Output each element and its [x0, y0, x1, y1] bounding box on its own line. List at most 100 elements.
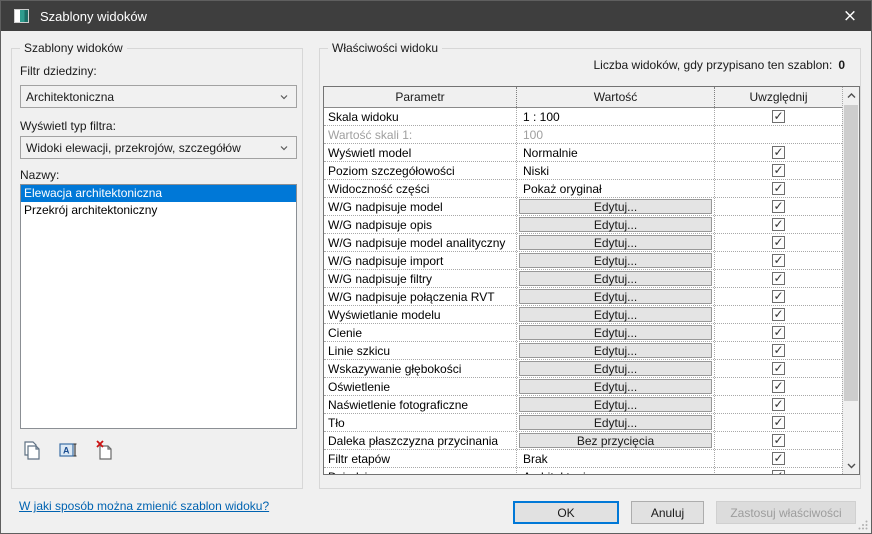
parameter-value[interactable]: Edytuj...: [516, 270, 715, 287]
include-checkbox[interactable]: ✓: [772, 254, 785, 267]
parameter-value[interactable]: Bez przycięcia: [516, 432, 715, 449]
include-checkbox[interactable]: ✓: [772, 236, 785, 249]
parameter-value[interactable]: Edytuj...: [516, 360, 715, 377]
include-cell: ✓: [715, 396, 842, 413]
value-button[interactable]: Edytuj...: [519, 415, 712, 430]
table-row: Daleka płaszczyzna przycinaniaBez przyci…: [324, 432, 842, 450]
parameter-value[interactable]: Edytuj...: [516, 252, 715, 269]
value-button[interactable]: Edytuj...: [519, 307, 712, 322]
column-header-value: Wartość: [516, 87, 715, 107]
duplicate-icon[interactable]: [22, 440, 44, 462]
include-checkbox[interactable]: ✓: [772, 110, 785, 123]
value-button[interactable]: Edytuj...: [519, 235, 712, 250]
table-row: TłoEdytuj... ✓: [324, 414, 842, 432]
parameter-value[interactable]: 1 : 100: [516, 108, 715, 125]
parameter-name: W/G nadpisuje filtry: [324, 270, 516, 287]
table-row: Linie szkicuEdytuj... ✓: [324, 342, 842, 360]
list-item[interactable]: Elewacja architektoniczna: [21, 185, 296, 202]
resize-grip[interactable]: [858, 520, 868, 530]
include-cell: ✓: [715, 216, 842, 233]
help-link[interactable]: W jaki sposób można zmienić szablon wido…: [19, 499, 269, 513]
include-checkbox[interactable]: ✓: [772, 398, 785, 411]
parameter-name: Linie szkicu: [324, 342, 516, 359]
include-checkbox[interactable]: ✓: [772, 146, 785, 159]
parameter-value[interactable]: Edytuj...: [516, 324, 715, 341]
ok-button[interactable]: OK: [513, 501, 619, 524]
value-text: 100: [517, 128, 543, 142]
include-checkbox[interactable]: ✓: [772, 470, 785, 474]
include-checkbox[interactable]: ✓: [772, 362, 785, 375]
include-cell: ✓: [715, 252, 842, 269]
include-checkbox[interactable]: ✓: [772, 308, 785, 321]
value-button[interactable]: Bez przycięcia: [519, 433, 712, 448]
parameter-name: W/G nadpisuje połączenia RVT: [324, 288, 516, 305]
value-button[interactable]: Edytuj...: [519, 199, 712, 214]
include-checkbox[interactable]: ✓: [772, 182, 785, 195]
value-button[interactable]: Edytuj...: [519, 379, 712, 394]
parameter-value[interactable]: Edytuj...: [516, 288, 715, 305]
scroll-up-icon[interactable]: [843, 87, 859, 104]
include-cell: ✓: [715, 432, 842, 449]
include-cell: [715, 126, 842, 143]
value-button[interactable]: Edytuj...: [519, 253, 712, 268]
view-properties-group: Właściwości widoku Liczba widoków, gdy p…: [319, 48, 861, 489]
value-button[interactable]: Edytuj...: [519, 343, 712, 358]
close-icon[interactable]: ×: [829, 1, 871, 31]
table-row: CienieEdytuj...✓: [324, 324, 842, 342]
rename-icon[interactable]: A: [58, 440, 80, 462]
table-row: W/G nadpisuje filtryEdytuj... ✓: [324, 270, 842, 288]
scrollbar-thumb[interactable]: [844, 105, 858, 401]
parameter-value[interactable]: Edytuj...: [516, 414, 715, 431]
include-checkbox[interactable]: ✓: [772, 272, 785, 285]
parameter-value[interactable]: Edytuj...: [516, 216, 715, 233]
parameter-value[interactable]: Edytuj...: [516, 396, 715, 413]
table-row: W/G nadpisuje model analitycznyEdytuj...…: [324, 234, 842, 252]
table-row: Naświetlenie fotograficzneEdytuj...✓: [324, 396, 842, 414]
parameter-name: Tło: [324, 414, 516, 431]
apply-properties-button[interactable]: Zastosuj właściwości: [716, 501, 856, 524]
discipline-filter-select[interactable]: Architektoniczna: [20, 85, 297, 108]
discipline-filter-value: Architektoniczna: [26, 90, 114, 104]
template-names-list[interactable]: Elewacja architektonicznaPrzekrój archit…: [20, 184, 297, 429]
parameter-value[interactable]: Brak: [516, 450, 715, 467]
include-checkbox[interactable]: ✓: [772, 380, 785, 393]
parameter-value[interactable]: Edytuj...: [516, 306, 715, 323]
assigned-views-count-label: Liczba widoków, gdy przypisano ten szabl…: [594, 58, 833, 72]
delete-icon[interactable]: [94, 440, 116, 462]
parameter-value[interactable]: Normalnie: [516, 144, 715, 161]
list-item[interactable]: Przekrój architektoniczny: [21, 202, 296, 219]
value-button[interactable]: Edytuj...: [519, 361, 712, 376]
chevron-down-icon: [280, 144, 288, 152]
parameter-value[interactable]: Edytuj...: [516, 378, 715, 395]
value-button[interactable]: Edytuj...: [519, 325, 712, 340]
include-checkbox[interactable]: ✓: [772, 290, 785, 303]
parameter-value[interactable]: Edytuj...: [516, 234, 715, 251]
table-scrollbar[interactable]: [842, 87, 859, 474]
value-button[interactable]: Edytuj...: [519, 397, 712, 412]
include-checkbox[interactable]: ✓: [772, 164, 785, 177]
filter-type-select[interactable]: Widoki elewacji, przekrojów, szczegółów: [20, 136, 297, 159]
include-cell: ✓: [715, 108, 842, 125]
include-checkbox[interactable]: ✓: [772, 218, 785, 231]
parameter-value[interactable]: Architektoniczna: [516, 468, 715, 474]
include-checkbox[interactable]: ✓: [772, 326, 785, 339]
table-row: Wartość skali 1:100: [324, 126, 842, 144]
parameter-value[interactable]: Niski: [516, 162, 715, 179]
dialog-title: Szablony widoków: [40, 9, 147, 24]
value-button[interactable]: Edytuj...: [519, 217, 712, 232]
value-button[interactable]: Edytuj...: [519, 289, 712, 304]
include-checkbox[interactable]: ✓: [772, 344, 785, 357]
include-checkbox[interactable]: ✓: [772, 434, 785, 447]
parameter-name: Daleka płaszczyzna przycinania: [324, 432, 516, 449]
cancel-button[interactable]: Anuluj: [631, 501, 704, 524]
include-checkbox[interactable]: ✓: [772, 416, 785, 429]
parameter-value[interactable]: Pokaż oryginał: [516, 180, 715, 197]
include-cell: ✓: [715, 180, 842, 197]
include-checkbox[interactable]: ✓: [772, 200, 785, 213]
parameter-value[interactable]: Edytuj...: [516, 198, 715, 215]
include-checkbox[interactable]: ✓: [772, 452, 785, 465]
parameter-value[interactable]: Edytuj...: [516, 342, 715, 359]
scroll-down-icon[interactable]: [843, 457, 859, 474]
view-templates-group: Szablony widoków Filtr dziedziny: Archit…: [11, 48, 303, 489]
value-button[interactable]: Edytuj...: [519, 271, 712, 286]
